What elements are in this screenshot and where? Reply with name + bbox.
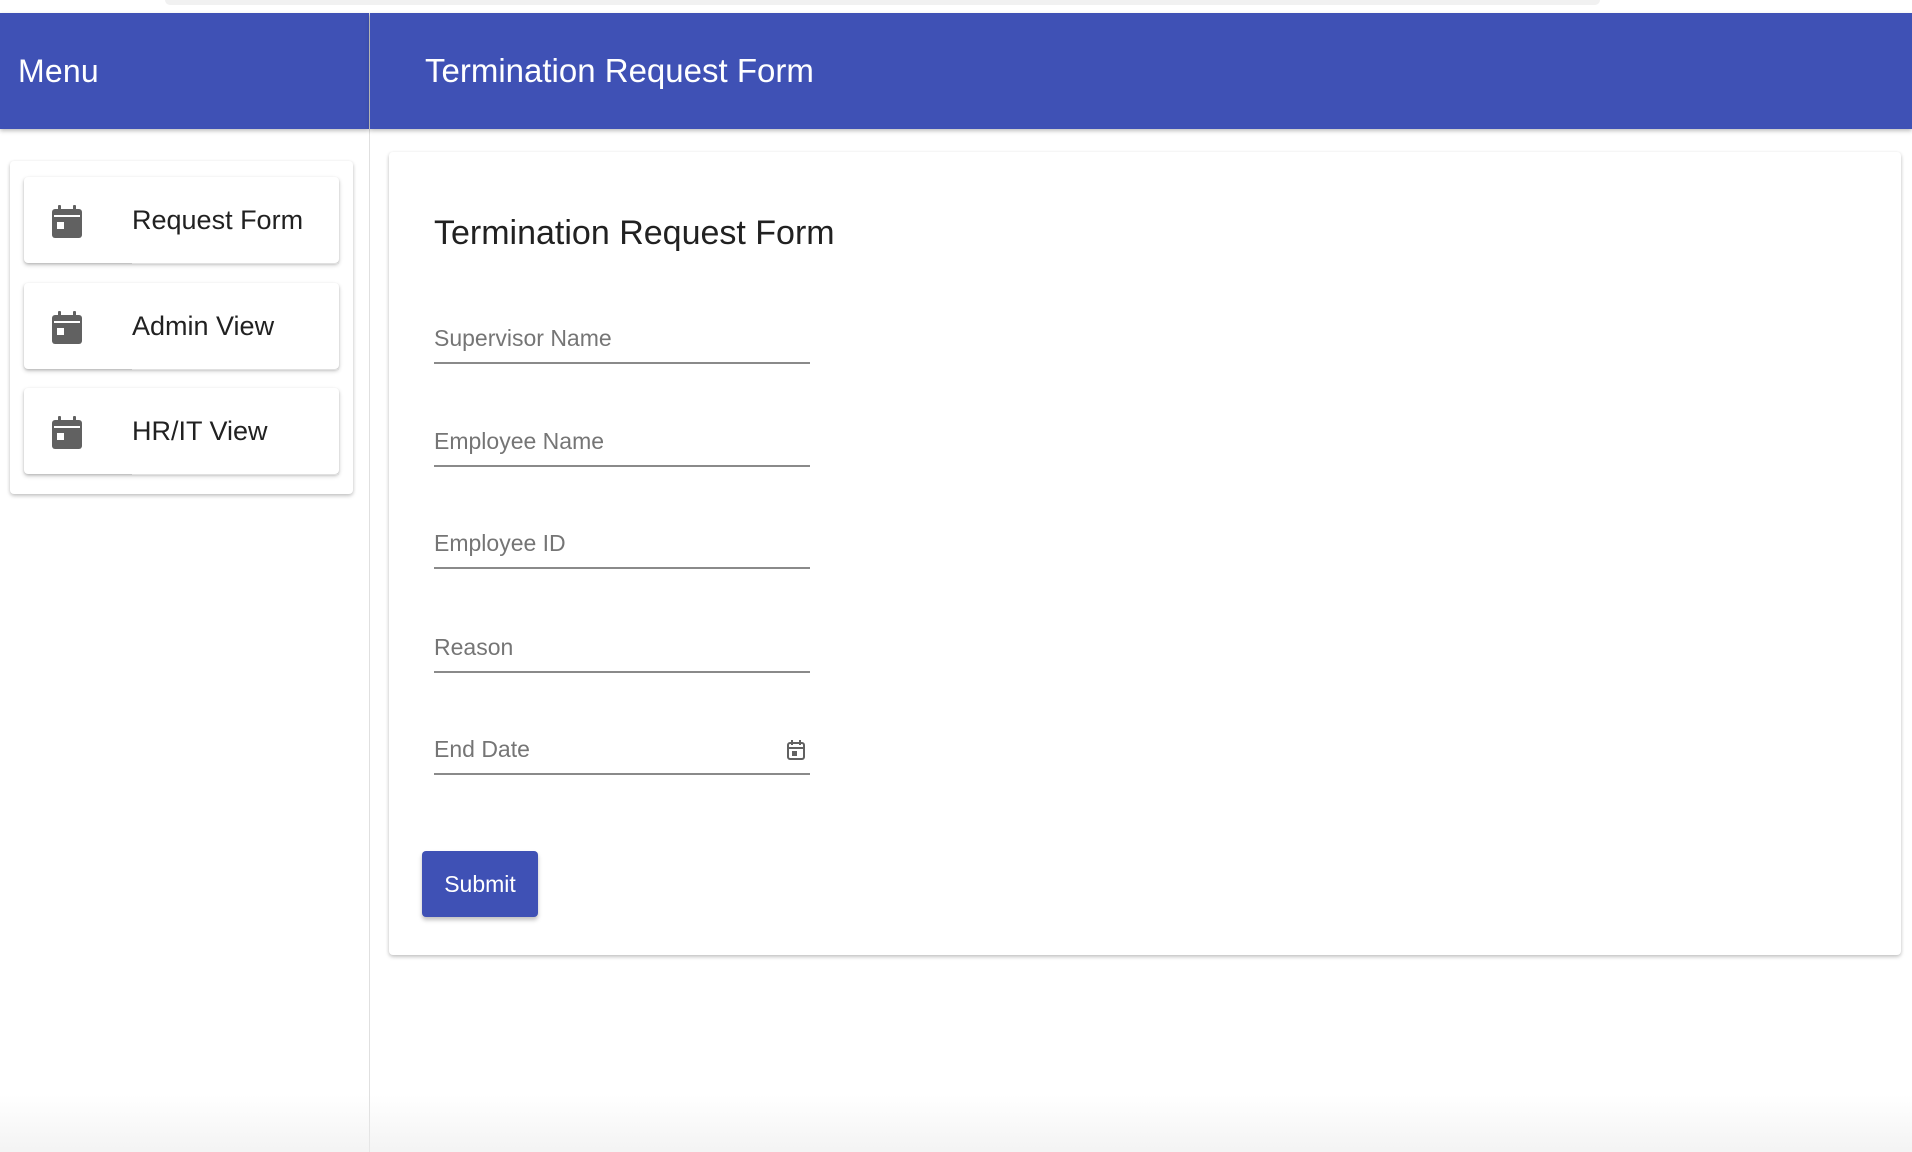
reason-field: [434, 623, 810, 673]
sidebar-item-admin-view[interactable]: Admin View: [24, 283, 339, 370]
calendar-icon[interactable]: [786, 739, 806, 761]
sidebar-item-request-form[interactable]: Request Form: [24, 177, 339, 264]
main-toolbar: Termination Request Form: [370, 13, 1912, 129]
calendar-icon: [50, 415, 84, 451]
employee-name-input[interactable]: [434, 417, 810, 467]
sidebar-item-label: Request Form: [132, 204, 304, 235]
menu-divider: [132, 369, 339, 370]
employee-id-input[interactable]: [434, 519, 810, 569]
browser-top-strip: [0, 0, 1912, 13]
menu-card: Request Form Admin View HR/IT View: [10, 161, 353, 494]
reason-input[interactable]: [434, 623, 810, 673]
sidebar-item-label: HR/IT View: [132, 415, 268, 446]
calendar-icon: [50, 310, 84, 346]
menu-divider: [132, 263, 339, 264]
menu-divider: [132, 474, 339, 475]
employee-name-field: [434, 417, 810, 467]
end-date-input[interactable]: [434, 725, 810, 775]
sidebar-item-label: Admin View: [132, 310, 275, 341]
sidebar-item-hr-it-view[interactable]: HR/IT View: [24, 388, 339, 475]
form-card: Termination Request Form Submit: [389, 152, 1901, 955]
end-date-field: [434, 725, 810, 775]
submit-button[interactable]: Submit: [422, 851, 538, 917]
form-heading: Termination Request Form: [434, 214, 835, 252]
sidebar-toolbar: Menu: [0, 13, 369, 129]
sidebar-title: Menu: [18, 52, 99, 89]
page-title: Termination Request Form: [425, 52, 814, 89]
supervisor-name-input[interactable]: [434, 314, 810, 364]
calendar-icon: [50, 204, 84, 240]
supervisor-name-field: [434, 314, 810, 364]
sidebar: Menu Request Form Admin View HR/IT View: [0, 13, 370, 1152]
top-strip-shadow: [165, 0, 1600, 5]
employee-id-field: [434, 519, 810, 569]
